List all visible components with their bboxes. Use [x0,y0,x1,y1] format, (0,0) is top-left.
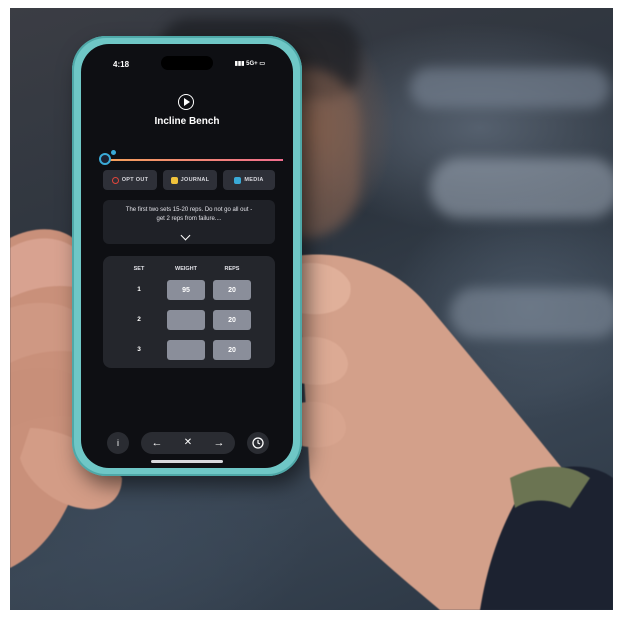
note-line: The first two sets 15-20 reps. Do not go… [125,207,253,213]
signal-bars-icon: ▮▮▮ [234,61,247,67]
reps-input[interactable]: 20 [213,340,251,360]
info-button[interactable]: i [107,432,129,454]
weight-input[interactable] [167,340,205,360]
sets-table: SET WEIGHT REPS 1 95 20 2 20 3 20 [103,256,275,368]
status-signal: ▮▮▮ 5G+ ▭ [235,60,265,67]
opt-out-label: OPT OUT [121,177,149,183]
media-icon [234,176,242,184]
navigation-pill: ← ✕ → [141,432,235,454]
phone-screen: 4:18 ▮▮▮ 5G+ ▭ Incline Bench OPT OUT JOU… [81,44,293,468]
play-icon[interactable] [178,94,194,110]
note-line: get 2 reps from failure.... [156,216,222,222]
progress-dot [111,150,116,155]
reps-input[interactable]: 20 [213,310,251,330]
exercise-title: Incline Bench [154,116,220,127]
info-icon: i [117,438,119,448]
forward-arrow-icon[interactable]: → [209,435,229,451]
set-number: 3 [137,346,141,353]
weight-input[interactable]: 95 [167,280,205,300]
workout-progress-track [103,159,283,161]
block-icon [111,176,119,184]
set-number: 2 [137,316,141,323]
journal-button[interactable]: JOURNAL [163,170,217,190]
status-bar: 4:18 ▮▮▮ 5G+ ▭ [101,60,273,72]
reps-input[interactable]: 20 [213,280,251,300]
clock-button[interactable] [247,432,269,454]
status-time: 4:18 [113,60,130,69]
exercise-note[interactable]: The first two sets 15-20 reps. Do not go… [103,200,275,244]
bottom-controls: i ← ✕ → [101,432,275,456]
action-buttons: OPT OUT JOURNAL MEDIA [103,170,275,190]
clock-icon [252,437,264,449]
journal-label: JOURNAL [180,177,210,183]
back-arrow-icon[interactable]: ← [147,435,167,451]
battery-icon: ▭ [259,61,265,67]
media-label: MEDIA [244,177,264,183]
media-button[interactable]: MEDIA [223,170,275,190]
column-header-set: SET [133,266,145,272]
progress-handle[interactable] [99,153,111,165]
signal-label: 5G+ [246,61,258,67]
close-icon[interactable]: ✕ [178,435,198,451]
home-indicator[interactable] [151,460,223,463]
column-header-weight: WEIGHT [175,266,197,272]
opt-out-button[interactable]: OPT OUT [103,170,157,190]
column-header-reps: REPS [224,266,240,272]
weight-input[interactable] [167,310,205,330]
journal-icon [170,176,178,184]
set-number: 1 [137,286,141,293]
